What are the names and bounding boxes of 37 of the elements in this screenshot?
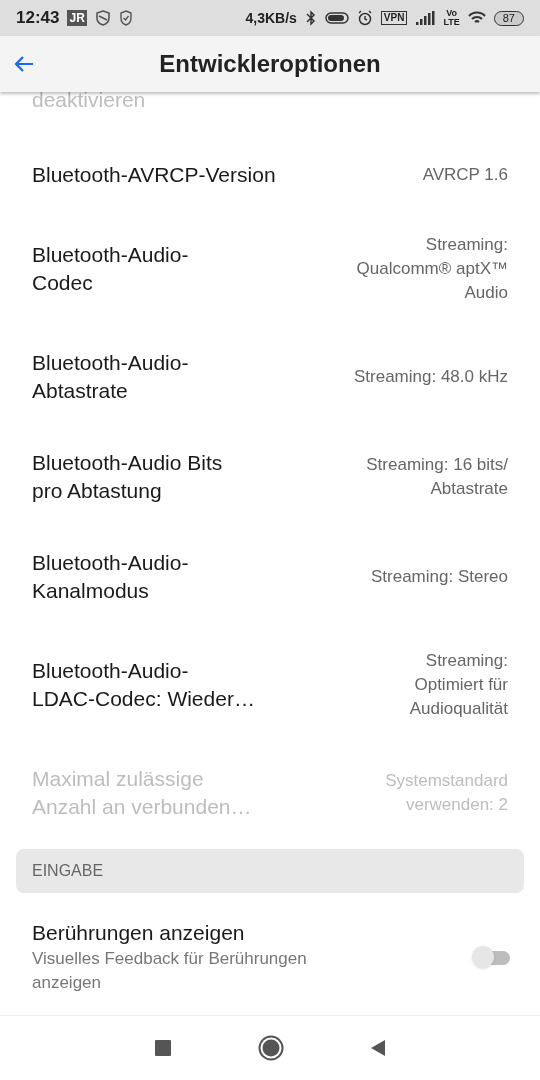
shield-icon: [94, 10, 111, 26]
toggle-pill-icon: [324, 11, 349, 25]
screen-title: Entwickleroptionen: [158, 49, 382, 79]
setting-title: Bluetooth-Audio- Abtastrate: [32, 350, 189, 404]
alarm-icon: [356, 10, 373, 26]
vpn-icon: VPN: [380, 11, 408, 25]
setting-title: deaktivieren: [32, 92, 146, 113]
setting-value: Streaming: 48.0 kHz: [354, 366, 508, 388]
section-title: EINGABE: [32, 861, 104, 881]
setting-title: Maximal zulässige Anzahl an verbunden…: [32, 766, 252, 820]
volte-icon: Vo LTE: [443, 9, 460, 27]
setting-title: Bluetooth-Audio- LDAC-Codec: Wieder…: [32, 658, 255, 712]
setting-value: Streaming: Qualcomm® aptX™ Audio: [356, 234, 508, 304]
setting-title: Bluetooth-Audio- Kanalmodus: [32, 550, 189, 604]
setting-value: Systemstandard verwenden: 2: [385, 770, 508, 816]
setting-value: Streaming: 16 bits/ Abtastrate: [366, 454, 508, 500]
back-arrow-icon[interactable]: [14, 55, 34, 73]
toggle-switch[interactable]: [472, 946, 512, 968]
setting-value: AVRCP 1.6: [422, 164, 508, 186]
signal-icon: [415, 11, 436, 25]
wifi-icon: [467, 11, 486, 25]
recents-icon[interactable]: [154, 1039, 172, 1057]
setting-title: Bluetooth-Audio Bits pro Abtastung: [32, 450, 223, 504]
bluetooth-icon: [304, 10, 317, 26]
setting-title: Bluetooth-AVRCP-Version: [32, 162, 276, 188]
setting-title: Bluetooth-Audio- Codec: [32, 242, 189, 296]
shield-check-icon: [118, 10, 133, 26]
battery-icon: 87: [493, 10, 524, 26]
clock-time: 12:43: [16, 7, 60, 30]
setting-title: Berührungen anzeigen: [32, 920, 246, 946]
home-icon[interactable]: [258, 1035, 284, 1061]
network-speed: 4,3KB/s: [245, 8, 297, 28]
back-icon[interactable]: [370, 1039, 386, 1057]
setting-value: Streaming: Stereo: [371, 566, 508, 588]
setting-value: Streaming: Optimiert für Audioqualität: [409, 650, 508, 720]
setting-summary: Visuelles Feedback für Berührungen anzeigen: [32, 948, 307, 994]
app-badge-icon: JR: [67, 10, 87, 26]
